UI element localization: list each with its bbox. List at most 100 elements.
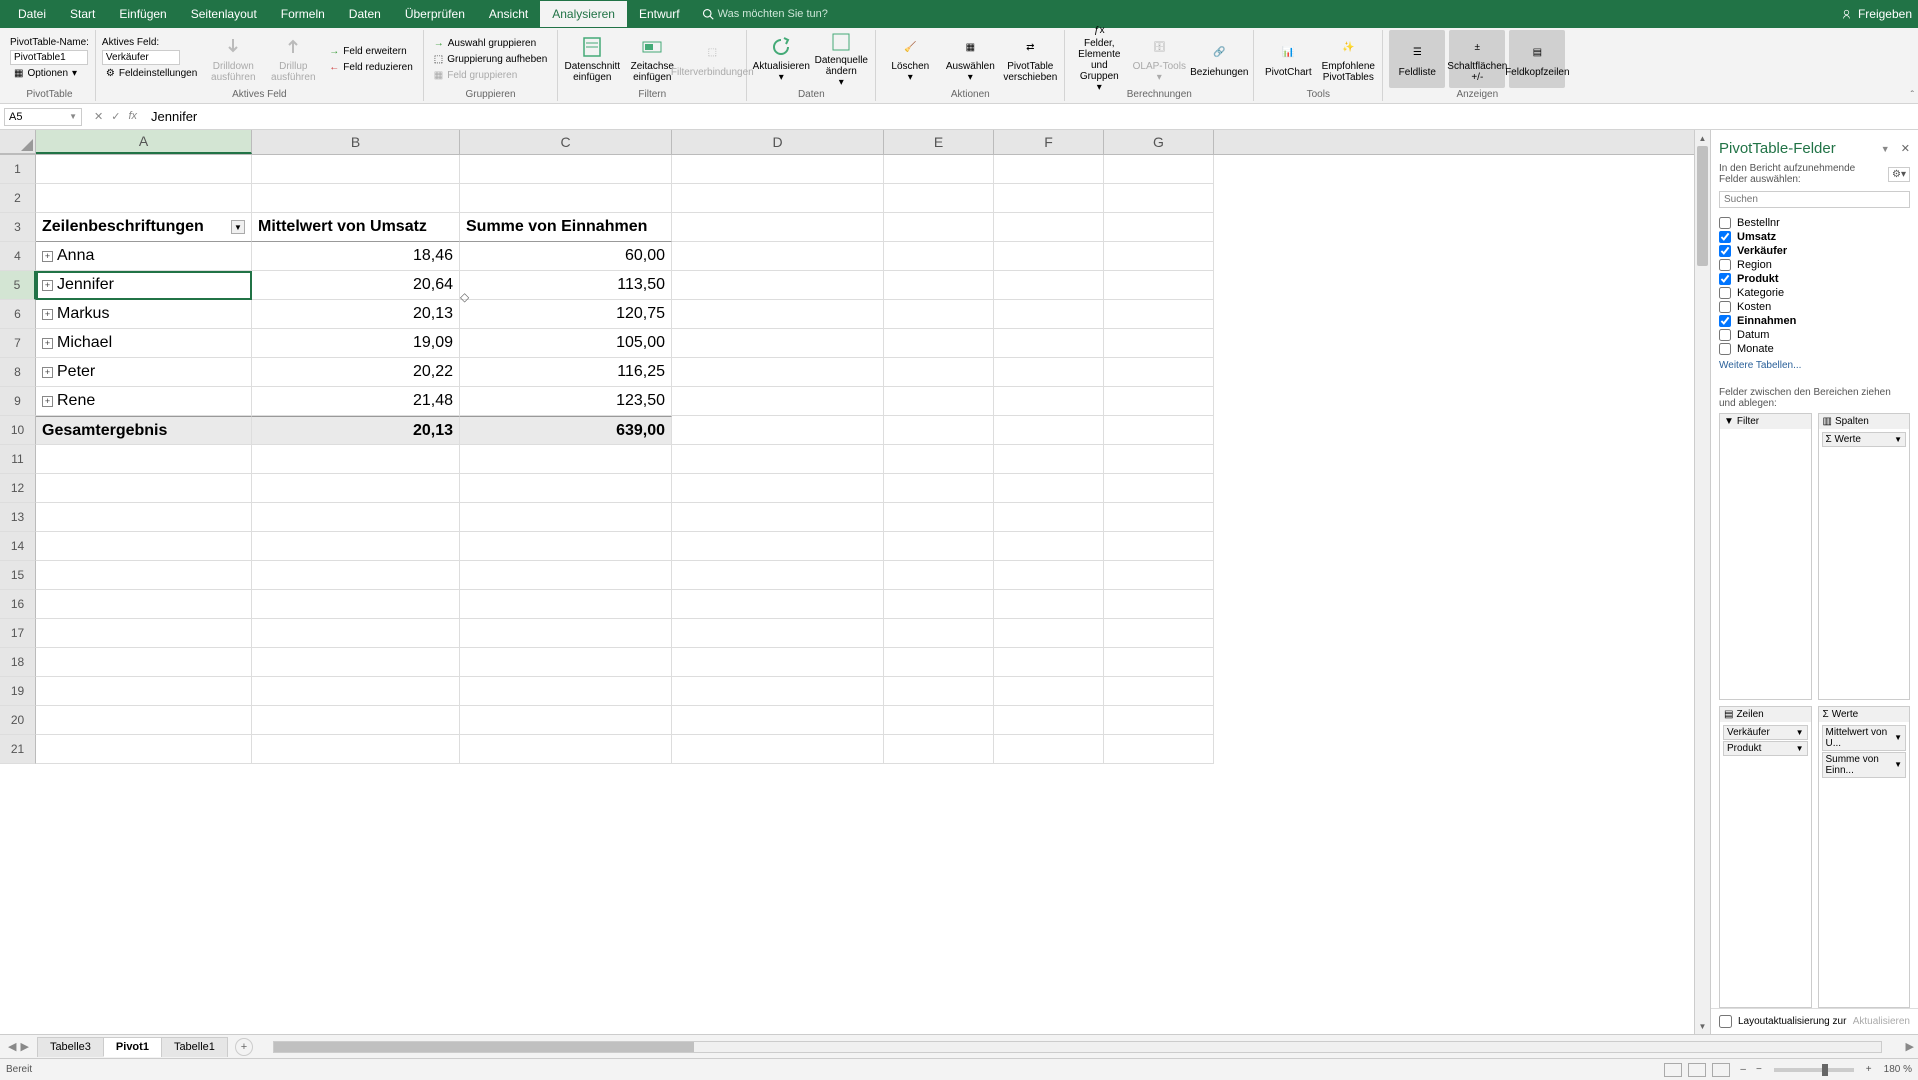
area-item[interactable]: Mittelwert von U...▼ xyxy=(1822,725,1907,751)
cell-E12[interactable] xyxy=(884,474,994,503)
accept-formula-button[interactable]: ✓ xyxy=(111,110,120,123)
cell-F11[interactable] xyxy=(994,445,1104,474)
fx-button[interactable]: fx xyxy=(128,110,137,123)
cell-B18[interactable] xyxy=(252,648,460,677)
cell-D8[interactable] xyxy=(672,358,884,387)
cell-C3[interactable]: Summe von Einnahmen xyxy=(460,213,672,242)
cell-A16[interactable] xyxy=(36,590,252,619)
group-selection-button[interactable]: →Auswahl gruppieren xyxy=(430,36,552,51)
cell-E15[interactable] xyxy=(884,561,994,590)
cell-F9[interactable] xyxy=(994,387,1104,416)
vertical-scrollbar[interactable]: ▲ ▼ xyxy=(1694,130,1710,1034)
relations-button[interactable]: 🔗Beziehungen xyxy=(1191,30,1247,88)
cell-G17[interactable] xyxy=(1104,619,1214,648)
field-checkbox[interactable] xyxy=(1719,329,1731,341)
expand-button[interactable]: + xyxy=(42,309,53,320)
filter-area[interactable]: ▼Filter xyxy=(1719,413,1812,700)
cell-A19[interactable] xyxy=(36,677,252,706)
cell-B16[interactable] xyxy=(252,590,460,619)
tab-datei[interactable]: Datei xyxy=(6,1,58,27)
row-header-8[interactable]: 8 xyxy=(0,358,36,387)
cell-E5[interactable] xyxy=(884,271,994,300)
recommended-pivot-button[interactable]: ✨Empfohlene PivotTables xyxy=(1320,30,1376,88)
cell-C17[interactable] xyxy=(460,619,672,648)
row-header-7[interactable]: 7 xyxy=(0,329,36,358)
row-header-17[interactable]: 17 xyxy=(0,619,36,648)
field-kosten[interactable]: Kosten xyxy=(1719,300,1910,314)
field-umsatz[interactable]: Umsatz xyxy=(1719,230,1910,244)
expand-button[interactable]: + xyxy=(42,251,53,262)
cell-A18[interactable] xyxy=(36,648,252,677)
cell-F14[interactable] xyxy=(994,532,1104,561)
horizontal-scrollbar[interactable] xyxy=(273,1041,1882,1053)
field-checkbox[interactable] xyxy=(1719,301,1731,313)
row-header-1[interactable]: 1 xyxy=(0,155,36,184)
field-datum[interactable]: Datum xyxy=(1719,328,1910,342)
cell-F21[interactable] xyxy=(994,735,1104,764)
clear-button[interactable]: 🧹Löschen ▾ xyxy=(882,30,938,88)
column-header-A[interactable]: A xyxy=(36,130,252,154)
cell-D17[interactable] xyxy=(672,619,884,648)
prev-sheet-button[interactable]: ◀ xyxy=(8,1040,16,1053)
cell-C9[interactable]: 123,50 xyxy=(460,387,672,416)
select-all-corner[interactable] xyxy=(0,130,36,154)
row-header-5[interactable]: 5 xyxy=(0,271,36,300)
expand-button[interactable]: + xyxy=(42,280,53,291)
cell-E7[interactable] xyxy=(884,329,994,358)
cell-A1[interactable] xyxy=(36,155,252,184)
pane-options-button[interactable]: ▼ xyxy=(1881,144,1890,154)
zoom-slider[interactable] xyxy=(1774,1068,1854,1072)
cell-D15[interactable] xyxy=(672,561,884,590)
close-pane-button[interactable]: ✕ xyxy=(1901,143,1910,155)
cell-C20[interactable] xyxy=(460,706,672,735)
hscroll-thumb[interactable] xyxy=(274,1042,694,1052)
tell-me-search[interactable]: Was möchten Sie tun? xyxy=(702,8,828,20)
cell-A15[interactable] xyxy=(36,561,252,590)
cell-F1[interactable] xyxy=(994,155,1104,184)
field-kategorie[interactable]: Kategorie xyxy=(1719,286,1910,300)
cell-F7[interactable] xyxy=(994,329,1104,358)
page-break-view-button[interactable] xyxy=(1712,1063,1730,1077)
hscroll-right-button[interactable]: ▶ xyxy=(1902,1040,1918,1053)
cell-C15[interactable] xyxy=(460,561,672,590)
tab-ueberpruefen[interactable]: Überprüfen xyxy=(393,1,477,27)
ungroup-button[interactable]: ⬚Gruppierung aufheben xyxy=(430,52,552,67)
cell-C8[interactable]: 116,25 xyxy=(460,358,672,387)
refresh-button[interactable]: Aktualisieren ▾ xyxy=(753,30,809,88)
cell-F18[interactable] xyxy=(994,648,1104,677)
row-header-4[interactable]: 4 xyxy=(0,242,36,271)
cell-C12[interactable] xyxy=(460,474,672,503)
tab-einfuegen[interactable]: Einfügen xyxy=(107,1,178,27)
gear-icon[interactable]: ⚙▾ xyxy=(1888,167,1910,182)
field-search-input[interactable] xyxy=(1719,191,1910,208)
cell-D11[interactable] xyxy=(672,445,884,474)
cell-B5[interactable]: 20,64 xyxy=(252,271,460,300)
rows-area[interactable]: ▤Zeilen Verkäufer▼Produkt▼ xyxy=(1719,706,1812,1009)
cell-F5[interactable] xyxy=(994,271,1104,300)
column-header-G[interactable]: G xyxy=(1104,130,1214,154)
cell-B15[interactable] xyxy=(252,561,460,590)
field-settings-button[interactable]: ⚙ Feldeinstellungen xyxy=(102,66,201,81)
cell-A10[interactable]: Gesamtergebnis xyxy=(36,416,252,445)
cell-B12[interactable] xyxy=(252,474,460,503)
insert-slicer-button[interactable]: Datenschnitt einfügen xyxy=(564,30,620,88)
row-header-2[interactable]: 2 xyxy=(0,184,36,213)
cell-G3[interactable] xyxy=(1104,213,1214,242)
field-checkbox[interactable] xyxy=(1719,315,1731,327)
cell-E6[interactable] xyxy=(884,300,994,329)
cell-A6[interactable]: +Markus xyxy=(36,300,252,329)
tab-analysieren[interactable]: Analysieren xyxy=(540,1,627,27)
cell-B13[interactable] xyxy=(252,503,460,532)
formula-input[interactable]: Jennifer xyxy=(145,107,1918,126)
change-source-button[interactable]: Datenquelle ändern ▾ xyxy=(813,30,869,88)
cell-B7[interactable]: 19,09 xyxy=(252,329,460,358)
cell-B1[interactable] xyxy=(252,155,460,184)
cell-C2[interactable] xyxy=(460,184,672,213)
cell-C7[interactable]: 105,00 xyxy=(460,329,672,358)
cell-C11[interactable] xyxy=(460,445,672,474)
reduce-field-button[interactable]: ←Feld reduzieren xyxy=(325,60,416,75)
row-header-21[interactable]: 21 xyxy=(0,735,36,764)
pivottable-options-button[interactable]: ▦ Optionen ▾ xyxy=(10,66,89,81)
add-sheet-button[interactable]: + xyxy=(235,1038,253,1056)
cell-A11[interactable] xyxy=(36,445,252,474)
